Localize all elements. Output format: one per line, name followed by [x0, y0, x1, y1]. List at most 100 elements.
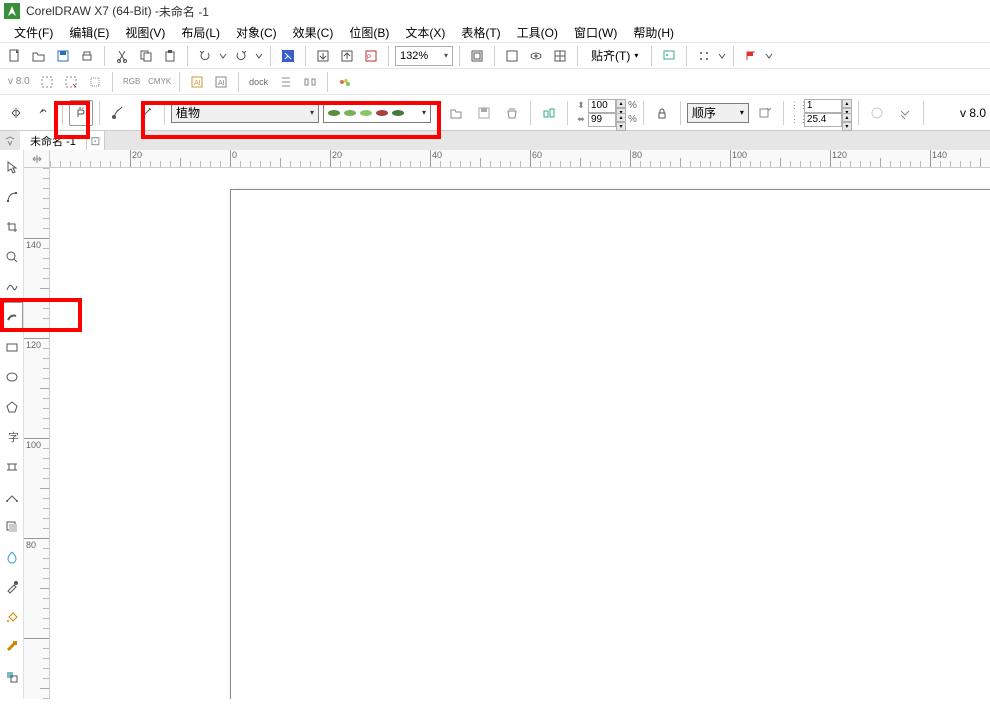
options-button[interactable]: [658, 45, 680, 67]
size-value[interactable]: 100: [588, 99, 616, 113]
launcher-more-icon[interactable]: [717, 45, 727, 67]
sec-btn-1[interactable]: [36, 71, 58, 93]
count-value[interactable]: 1: [804, 99, 842, 113]
show-guides-button[interactable]: [549, 45, 571, 67]
menu-layout[interactable]: 布局(L): [173, 22, 228, 43]
count-spinner[interactable]: ▴▾: [842, 99, 852, 113]
publish-pdf-button[interactable]: P: [360, 45, 382, 67]
open-button[interactable]: [28, 45, 50, 67]
menu-file[interactable]: 文件(F): [6, 22, 61, 43]
sec-btn-2[interactable]: [60, 71, 82, 93]
fullscreen-button[interactable]: [466, 45, 488, 67]
menu-effect[interactable]: 效果(C): [285, 22, 342, 43]
stroke-style-dropdown[interactable]: ▾: [323, 103, 431, 123]
sec-btn-3[interactable]: [84, 71, 106, 93]
percent-unit: %: [626, 100, 637, 111]
app-title: CorelDRAW X7 (64-Bit) -: [26, 4, 159, 18]
welcome-button[interactable]: [740, 45, 762, 67]
align-button[interactable]: [275, 71, 297, 93]
save-preset-button[interactable]: [472, 100, 496, 126]
distribute-button[interactable]: [299, 71, 321, 93]
spacing-value[interactable]: 25.4: [804, 113, 842, 127]
drop-shadow-tool[interactable]: [1, 512, 23, 542]
text-tool[interactable]: 字: [1, 422, 23, 452]
connector-tool[interactable]: [1, 482, 23, 512]
vertical-ruler[interactable]: 14012010080: [24, 168, 50, 699]
menu-text[interactable]: 文本(X): [397, 22, 453, 43]
freehand-tool[interactable]: [1, 272, 23, 302]
opacity-value[interactable]: 99: [588, 113, 616, 127]
spray-list-button[interactable]: [69, 100, 93, 126]
ellipse-tool[interactable]: [1, 362, 23, 392]
cmyk-text-icon[interactable]: CMYK: [147, 71, 173, 93]
app-launcher-button[interactable]: [693, 45, 715, 67]
horizontal-ruler[interactable]: 20020406080100120140: [50, 150, 990, 168]
canvas[interactable]: [50, 168, 990, 699]
undo-more-icon[interactable]: [218, 45, 228, 67]
menu-tools[interactable]: 工具(O): [509, 22, 566, 43]
menu-window[interactable]: 窗口(W): [566, 22, 625, 43]
zoom-combo[interactable]: 132% ▾: [395, 46, 453, 66]
rgb-text-icon[interactable]: RGB: [119, 71, 145, 93]
redo-button[interactable]: [230, 45, 252, 67]
artistic-media-tool[interactable]: [1, 302, 23, 332]
print-button[interactable]: [76, 45, 98, 67]
size-spinner[interactable]: ▴▾: [616, 99, 626, 113]
document-tab[interactable]: 未命名 -1: [20, 131, 87, 151]
order-dropdown[interactable]: 顺序 ▾: [687, 103, 749, 123]
crop-tool[interactable]: [1, 212, 23, 242]
brush-button-1[interactable]: [106, 100, 130, 126]
pick-tool[interactable]: [1, 152, 23, 182]
polygon-tool[interactable]: [1, 392, 23, 422]
rotate-button[interactable]: [865, 100, 889, 126]
ai-icon-button[interactable]: AI: [186, 71, 208, 93]
show-rulers-button[interactable]: [501, 45, 523, 67]
welcome-more-icon[interactable]: [764, 45, 774, 67]
ruler-origin[interactable]: [24, 150, 50, 168]
transparency-tool[interactable]: [1, 542, 23, 572]
overflow-button[interactable]: [893, 100, 917, 126]
zoom-tool[interactable]: [1, 242, 23, 272]
dock-text-button[interactable]: dock: [245, 71, 273, 93]
copy-button[interactable]: [135, 45, 157, 67]
export-button[interactable]: [336, 45, 358, 67]
eyedropper-tool[interactable]: [1, 572, 23, 602]
menu-edit[interactable]: 编辑(E): [61, 22, 117, 43]
extra-button[interactable]: [334, 71, 356, 93]
shape-tool[interactable]: [1, 182, 23, 212]
outline-tool[interactable]: [1, 632, 23, 662]
paste-button[interactable]: [159, 45, 181, 67]
brush-button-2[interactable]: [134, 100, 158, 126]
undo-button[interactable]: [194, 45, 216, 67]
snap-dropdown[interactable]: 贴齐(T) ▾: [584, 46, 645, 66]
menu-table[interactable]: 表格(T): [453, 22, 508, 43]
tab-arrow-icon[interactable]: [0, 131, 20, 151]
cut-button[interactable]: [111, 45, 133, 67]
smart-fill-tool[interactable]: [1, 662, 23, 692]
new-button[interactable]: [4, 45, 26, 67]
ai-icon-button-2[interactable]: AI: [210, 71, 232, 93]
add-to-list-button[interactable]: [753, 100, 777, 126]
rectangle-tool[interactable]: [1, 332, 23, 362]
menu-object[interactable]: 对象(C): [228, 22, 285, 43]
delete-preset-button[interactable]: [500, 100, 524, 126]
import-button[interactable]: [312, 45, 334, 67]
lock-button[interactable]: [650, 100, 674, 126]
fill-tool[interactable]: [1, 602, 23, 632]
parallel-dim-tool[interactable]: [1, 452, 23, 482]
opacity-spinner[interactable]: ▴▾: [616, 113, 626, 127]
menu-view[interactable]: 视图(V): [117, 22, 173, 43]
category-dropdown[interactable]: 植物 ▾: [171, 103, 319, 123]
folder-button[interactable]: [444, 100, 468, 126]
search-button[interactable]: [277, 45, 299, 67]
save-button[interactable]: [52, 45, 74, 67]
spacing-spinner[interactable]: ▴▾: [842, 113, 852, 127]
edit-spray-button[interactable]: [537, 100, 561, 126]
menu-help[interactable]: 帮助(H): [625, 22, 682, 43]
mirror-v-button[interactable]: [32, 100, 56, 126]
redo-more-icon[interactable]: [254, 45, 264, 67]
doc-tab-close-icon[interactable]: ⊡: [87, 131, 105, 151]
show-grid-button[interactable]: [525, 45, 547, 67]
mirror-h-button[interactable]: [4, 100, 28, 126]
menu-bitmap[interactable]: 位图(B): [341, 22, 397, 43]
